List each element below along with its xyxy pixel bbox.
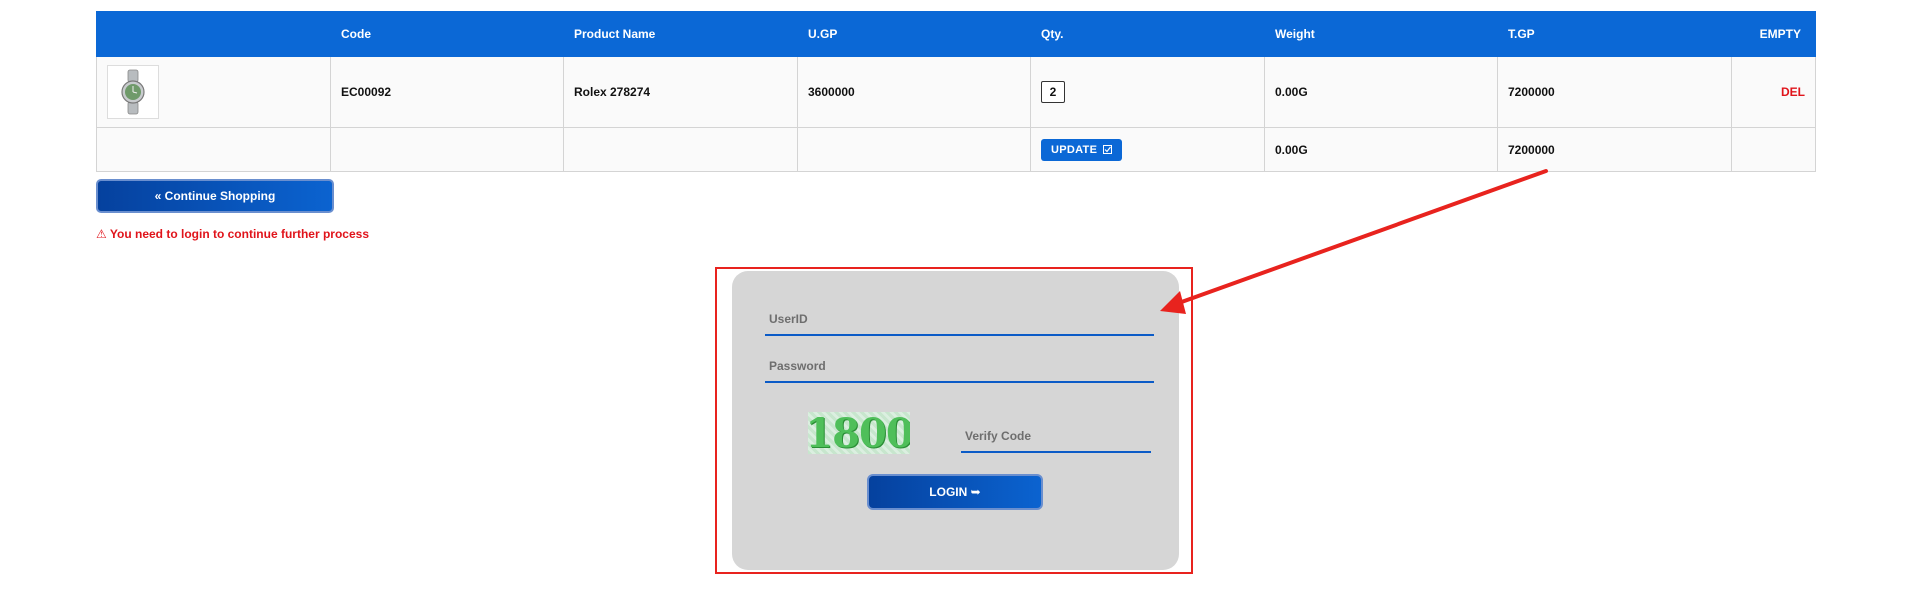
- annotation-arrow-icon: [1160, 169, 1548, 314]
